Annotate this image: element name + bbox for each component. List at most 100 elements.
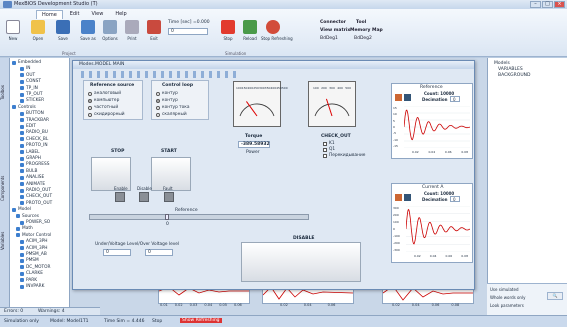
tree-item[interactable]: PMSM [20,258,39,263]
tree-item[interactable]: INVPARK [20,284,44,289]
save-chart-icon[interactable] [404,194,411,201]
tree-item[interactable]: Math [16,226,33,231]
tree-item[interactable]: Sources [16,214,39,219]
save-as-button[interactable]: Save as [78,20,98,50]
disable-big-button[interactable] [241,242,361,282]
tree-item[interactable]: RADIO_BU [20,130,48,135]
tree-item[interactable]: ACIM_3PH [20,239,48,244]
tree-item[interactable]: LABEL [20,150,40,155]
ref-option-2[interactable]: компьютер [88,98,119,103]
tree-item[interactable]: PROTO_IN [20,143,48,148]
whole-words-label[interactable]: Whole words only [490,295,525,300]
new-button[interactable]: New [3,20,23,50]
maximize-button[interactable]: □ [542,1,553,8]
tree-item[interactable]: TRACKBAR [20,118,49,123]
y-tick: 100 [393,220,399,224]
tab-help[interactable]: Help [110,10,131,19]
background-node[interactable]: BACKGROUND [498,73,530,78]
tree-item[interactable]: CONST [20,79,41,84]
reference-trackbar[interactable] [89,214,309,220]
save-chart-icon[interactable] [404,94,411,101]
tool-button[interactable]: Tool [356,20,366,25]
clear-chart-icon[interactable] [395,94,402,101]
x-tick: 0.02 [412,150,419,154]
stop-button[interactable]: Stop [218,20,238,50]
tree-item[interactable]: TP_OUT [20,92,43,97]
tree-item[interactable]: BULB [20,169,37,174]
current-decimation-field[interactable]: 0 [450,196,460,202]
memory-map-button[interactable]: Memory Map [350,28,383,33]
ref-option-4[interactable]: скидирорный [88,112,125,117]
tree-item[interactable]: Motor Control [16,233,51,238]
search-button[interactable]: 🔍 [547,292,563,300]
loop-option-1[interactable]: контур [156,91,178,96]
tree-item[interactable]: CHECK_OUT [20,194,52,199]
errors-tab[interactable]: Errors: 0 [4,309,23,314]
clear-chart-icon[interactable] [395,194,402,201]
tree-item[interactable]: DC_MOTOR [20,265,51,270]
component-icon [20,284,24,289]
loop-option-3[interactable]: контур тока [156,105,190,110]
loop-option-2[interactable]: контур [156,98,178,103]
tree-item[interactable]: Controls [12,105,36,110]
reload-button[interactable]: Reload [240,20,260,50]
tree-item[interactable]: CLARKE [20,271,43,276]
status-show-refreshing[interactable]: Show Refreshing [180,318,222,323]
toolbox-tab[interactable]: Toolbox [0,78,10,108]
tree-item[interactable]: OUT [20,73,35,78]
tree-item[interactable]: RADIO_OUT [20,188,51,193]
tab-edit[interactable]: Edit [65,10,85,19]
check-switch[interactable]: Перекидывание [323,153,365,158]
check-q1[interactable]: Q1 [323,147,335,152]
minimize-button[interactable]: – [530,1,541,8]
look-params-label[interactable]: Look parameters [490,303,524,308]
radio-icon [156,112,160,117]
save-button[interactable]: Save [53,20,73,50]
reference-thumb[interactable] [165,214,169,220]
tree-item[interactable]: ACIM_3PH [20,246,48,251]
view-matrix-button[interactable]: View matrix [320,28,350,33]
components-tab[interactable]: Components [0,168,10,208]
tree-item[interactable]: GRAPH [20,156,41,161]
check-k1[interactable]: K1 [323,141,335,146]
print-button[interactable]: Print [122,20,142,50]
options-button[interactable]: Options [100,20,120,50]
close-button[interactable]: × [554,1,565,8]
connector-button[interactable]: Connector [320,20,346,25]
tree-item[interactable]: Embedded [12,60,41,65]
models-node[interactable]: Models [494,61,510,66]
variables-node[interactable]: VARIABLES [498,67,523,72]
exit-button[interactable]: Exit [144,20,164,50]
under-voltage-field[interactable]: 0 [103,249,131,256]
status-stop[interactable]: Stop [152,319,162,324]
loop-option-4[interactable]: скалярный [156,112,187,117]
variables-tab[interactable]: Variables [0,223,10,258]
component-icon [12,105,16,110]
time-field[interactable]: 0 [168,28,208,35]
ref-option-1[interactable]: аналоговый [88,91,121,96]
tree-item[interactable]: STICKER [20,98,44,103]
tree-item[interactable]: EDIT [20,124,36,129]
tree-item[interactable]: PMSM_AB [20,252,47,257]
tree-item[interactable]: TP_IN [20,86,38,91]
tree-item[interactable]: POWER_SO [20,220,50,225]
ref-option-3[interactable]: частотный [88,105,118,110]
tree-item[interactable]: PARK [20,278,37,283]
stop-refreshing-button[interactable]: Stop Refreshing [261,20,293,50]
tree-item[interactable]: ANIMATE [20,182,45,187]
reference-decimation-field[interactable]: 0 [450,96,460,102]
tree-item[interactable]: PROTO_OUT [20,201,52,206]
tree-item[interactable]: PROGRESS [20,162,49,167]
current-chart-xticks: 0.02 0.04 0.06 0.08 [414,254,468,258]
window-toolbar[interactable] [81,71,241,78]
tree-item[interactable]: IN [20,66,30,71]
tab-home[interactable]: Home [36,10,63,19]
tab-view[interactable]: View [86,10,108,19]
tree-item[interactable]: Model [12,207,31,212]
warnings-tab[interactable]: Warnings: 4 [38,309,65,314]
tree-item[interactable]: BUTTON [20,111,44,116]
open-button[interactable]: Open [28,20,48,50]
tree-item[interactable]: ANALISE [20,175,44,180]
over-voltage-field[interactable]: 0 [145,249,173,256]
tree-item[interactable]: CHECK_BL [20,137,48,142]
